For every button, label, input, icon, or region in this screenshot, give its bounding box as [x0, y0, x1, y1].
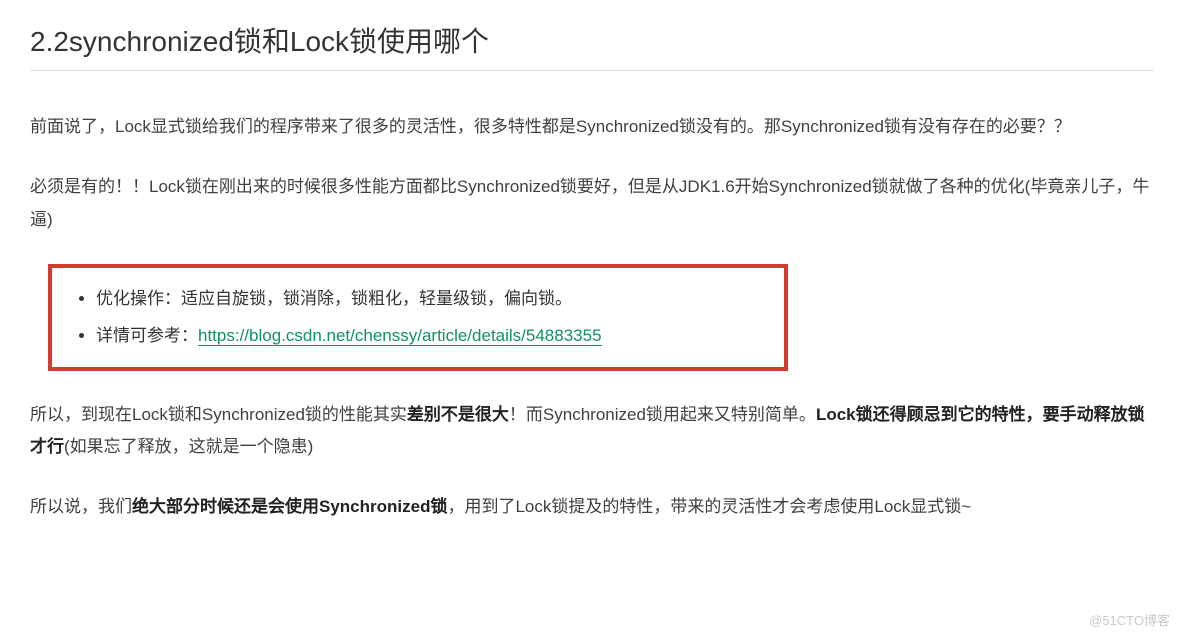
emphasis-diff: 差别不是很大 — [407, 405, 509, 424]
box-item-optimizations: 优化操作：适应自旋锁，锁消除，锁粗化，轻量级锁，偏向锁。 — [96, 280, 764, 317]
paragraph-conclusion: 所以说，我们绝大部分时候还是会使用Synchronized锁，用到了Lock锁提… — [30, 491, 1154, 523]
watermark: @51CTO博客 — [1089, 610, 1170, 629]
emphasis-use-sync: 绝大部分时候还是会使用Synchronized锁 — [132, 497, 447, 516]
highlight-box: 优化操作：适应自旋锁，锁消除，锁粗化，轻量级锁，偏向锁。 详情可参考：https… — [48, 264, 788, 371]
paragraph-intro: 前面说了，Lock显式锁给我们的程序带来了很多的灵活性，很多特性都是Synchr… — [30, 111, 1154, 143]
reference-link[interactable]: https://blog.csdn.net/chenssy/article/de… — [198, 326, 602, 346]
box-item-reference-prefix: 详情可参考： — [96, 326, 198, 345]
paragraph-jdk: 必须是有的！！Lock锁在刚出来的时候很多性能方面都比Synchronized锁… — [30, 171, 1154, 236]
section-heading: 2.2synchronized锁和Lock锁使用哪个 — [30, 20, 1154, 71]
box-item-reference: 详情可参考：https://blog.csdn.net/chenssy/arti… — [96, 317, 764, 354]
paragraph-comparison: 所以，到现在Lock锁和Synchronized锁的性能其实差别不是很大！而Sy… — [30, 399, 1154, 464]
